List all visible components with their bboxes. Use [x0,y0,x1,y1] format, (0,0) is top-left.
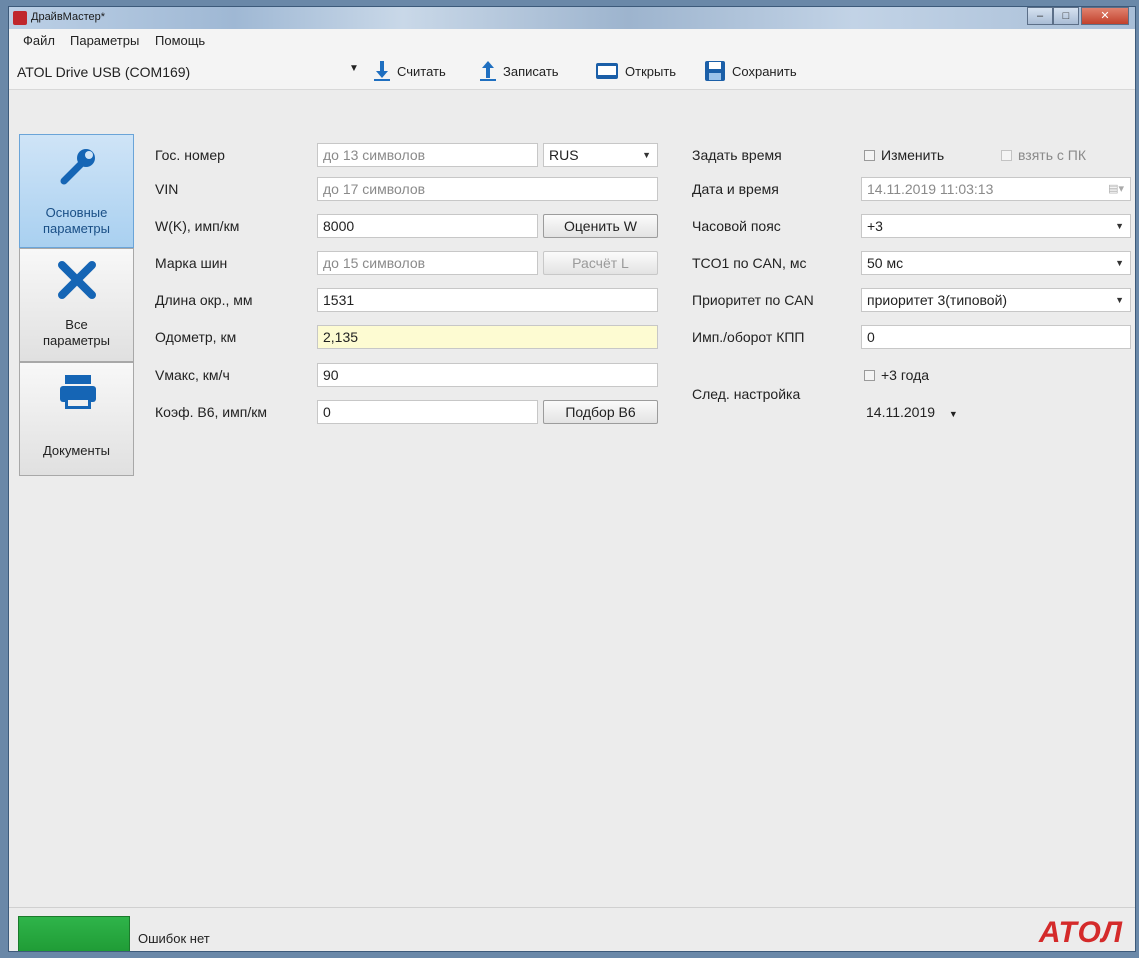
chevron-down-icon: ▼ [1115,221,1124,231]
datetime-label: Дата и время [692,181,779,197]
vin-label: VIN [155,181,179,197]
save-label: Сохранить [732,63,797,79]
read-button[interactable]: Считать [373,58,446,84]
chevron-down-icon[interactable]: ▼ [349,63,359,74]
chevron-down-icon: ▼ [1115,295,1124,305]
nav-all-params[interactable]: Все параметры [19,248,134,362]
country-select[interactable]: RUS ▼ [543,143,658,167]
change-time-checkbox[interactable] [864,150,875,161]
plate-label: Гос. номер [155,147,225,163]
status-text: Ошибок нет [138,931,210,946]
nav-basic-params[interactable]: Основные параметры [19,134,134,248]
plus3-years-checkbox[interactable] [864,370,875,381]
tco-label: TCO1 по CAN, мс [692,255,807,271]
calc-l-button[interactable]: Расчёт L [543,251,658,275]
b6-label: Коэф. B6, имп/км [155,404,267,420]
chevron-down-icon: ▼ [1115,258,1124,268]
toolbar: ATOL Drive USB (COM169) ▼ Считать Записа… [9,53,1135,90]
wk-input[interactable]: 8000 [317,214,538,238]
tco-value: 50 мс [867,255,904,271]
plate-input[interactable]: до 13 символов [317,143,538,167]
can-priority-value: приоритет 3(типовой) [867,292,1008,308]
nav-documents-label: Документы [42,443,110,458]
tools-icon [58,261,96,299]
atol-logo: АТОЛ [1038,916,1123,949]
status-indicator [18,916,130,951]
open-icon [596,63,618,79]
upload-icon [480,61,496,81]
open-label: Открыть [625,63,677,79]
country-value: RUS [549,147,579,163]
write-label: Записать [503,63,559,79]
title-bar[interactable]: ДрайвМастер* – □ ✕ [9,7,1135,29]
tire-input[interactable]: до 15 символов [317,251,538,275]
status-bar: Ошибок нет АТОЛ [9,907,1135,951]
imp-per-rev-label: Имп./оборот КПП [692,329,805,345]
window-title: ДрайвМастер* [31,11,106,23]
b6-select-button[interactable]: Подбор B6 [543,400,658,424]
save-button[interactable]: Сохранить [704,58,797,84]
change-time-label[interactable]: Изменить [881,147,944,163]
save-icon [705,61,725,81]
tire-label: Марка шин [155,255,228,271]
plus3-years-label[interactable]: +3 года [881,367,929,383]
menu-file[interactable]: Файл [23,33,55,48]
datetime-picker[interactable]: 14.11.2019 11:03:13 ▤▾ [861,177,1131,201]
close-button[interactable]: ✕ [1081,7,1129,25]
can-priority-label: Приоритет по CAN [692,292,814,308]
minimize-button[interactable]: – [1027,7,1053,25]
odometer-label: Одометр, км [155,329,237,345]
app-icon [13,11,27,25]
calendar-icon: ▤▾ [1108,183,1124,195]
menu-parameters[interactable]: Параметры [70,33,139,48]
app-window: ДрайвМастер* – □ ✕ Файл Параметры Помощь… [8,6,1136,952]
wk-label: W(K), имп/км [155,218,240,234]
b6-input[interactable]: 0 [317,400,538,424]
nav-documents[interactable]: Документы [19,362,134,476]
maximize-button[interactable]: □ [1053,7,1079,25]
from-pc-checkbox[interactable] [1001,150,1012,161]
printer-icon [60,375,96,409]
next-setup-label: След. настройка [692,386,801,402]
port-select[interactable]: ATOL Drive USB (COM169) [13,61,362,83]
can-priority-select[interactable]: приоритет 3(типовой) ▼ [861,288,1131,312]
odometer-input[interactable]: 2,135 [317,325,658,349]
menu-help[interactable]: Помощь [155,33,205,48]
menu-bar: Файл Параметры Помощь [9,29,1135,53]
write-button[interactable]: Записать [479,58,559,84]
vmax-label: Vмакс, км/ч [155,367,230,383]
set-time-label: Задать время [692,147,782,163]
chevron-down-icon: ▼ [642,150,651,160]
timezone-value: +3 [867,218,883,234]
circumference-input[interactable]: 1531 [317,288,658,312]
vmax-input[interactable]: 90 [317,363,658,387]
from-pc-label[interactable]: взять с ПК [1018,147,1086,163]
download-icon [374,61,390,81]
tco-select[interactable]: 50 мс ▼ [861,251,1131,275]
nav-basic-label-2: параметры [43,221,110,236]
circumference-label: Длина окр., мм [155,292,253,308]
estimate-w-button[interactable]: Оценить W [543,214,658,238]
chevron-down-icon: ▼ [948,409,958,419]
imp-per-rev-input[interactable]: 0 [861,325,1131,349]
timezone-label: Часовой пояс [692,218,781,234]
next-setup-date: 14.11.2019 [866,404,936,420]
nav-all-label-1: Все [65,317,88,332]
nav-all-label-2: параметры [43,333,110,348]
timezone-select[interactable]: +3 ▼ [861,214,1131,238]
vin-input[interactable]: до 17 символов [317,177,658,201]
datetime-value: 14.11.2019 11:03:13 [867,181,994,197]
open-button[interactable]: Открыть [595,58,676,84]
wrench-icon [60,149,95,185]
read-label: Считать [397,63,446,79]
nav-basic-label-1: Основные [45,205,108,220]
next-setup-date-picker[interactable]: 14.11.2019 ▼ [861,400,986,424]
